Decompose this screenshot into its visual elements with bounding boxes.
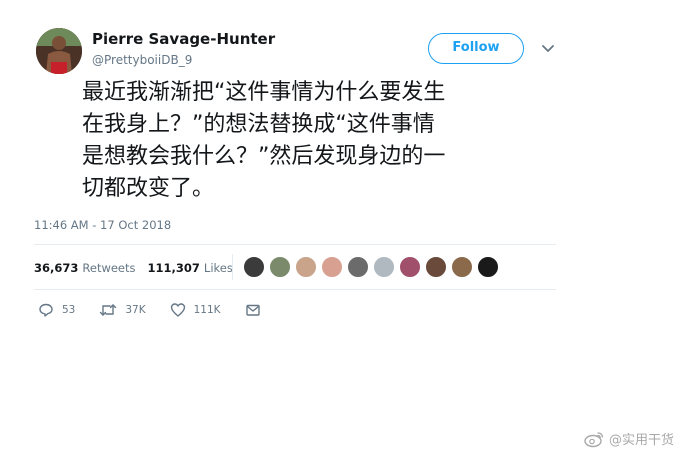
- liker-avatar[interactable]: [399, 256, 421, 278]
- reply-count: 53: [62, 304, 76, 316]
- retweet-count: 37K: [125, 304, 146, 316]
- reply-icon: [39, 303, 53, 317]
- weibo-logo-icon: [584, 431, 604, 447]
- liker-avatars: [243, 256, 503, 278]
- retweet-icon: [100, 304, 117, 316]
- retweets-count[interactable]: 36,673: [34, 261, 78, 275]
- divider: [34, 289, 556, 290]
- likes-count[interactable]: 111,307: [148, 261, 200, 275]
- divider: [34, 244, 556, 245]
- tweet-line: 是想教会我什么？”然后发现身边的一: [82, 144, 446, 169]
- watermark-text: @实用干货: [608, 433, 674, 448]
- message-button[interactable]: [245, 302, 261, 318]
- likes-label[interactable]: Likes: [204, 261, 233, 275]
- reply-button[interactable]: 53: [38, 302, 75, 318]
- liker-avatar[interactable]: [243, 256, 265, 278]
- liker-avatar[interactable]: [295, 256, 317, 278]
- watermark: @实用干货: [583, 429, 674, 448]
- tweet-timestamp[interactable]: 11:46 AM - 17 Oct 2018: [34, 218, 171, 232]
- action-bar: 53 37K 111K: [38, 302, 285, 318]
- liker-avatar[interactable]: [477, 256, 499, 278]
- author-name[interactable]: Pierre Savage-Hunter: [92, 30, 275, 48]
- liker-avatar[interactable]: [321, 256, 343, 278]
- liker-avatar[interactable]: [269, 256, 291, 278]
- liker-avatar[interactable]: [373, 256, 395, 278]
- retweets-label[interactable]: Retweets: [82, 261, 135, 275]
- like-button[interactable]: 111K: [170, 302, 221, 318]
- liker-avatar[interactable]: [425, 256, 447, 278]
- like-count: 111K: [193, 304, 221, 316]
- tweet-line: 在我身上？”的想法替换成“这件事情: [82, 112, 435, 137]
- author-handle[interactable]: @PrettyboiiDB_9: [92, 53, 192, 67]
- avatar-image: [36, 28, 82, 74]
- follow-button[interactable]: Follow: [428, 33, 524, 64]
- stats-separator: [232, 254, 233, 280]
- chevron-down-icon[interactable]: [540, 40, 556, 56]
- avatar[interactable]: [36, 28, 82, 74]
- envelope-icon: [245, 304, 260, 316]
- liker-avatar[interactable]: [451, 256, 473, 278]
- tweet-card: Pierre Savage-Hunter @PrettyboiiDB_9 Fol…: [0, 0, 690, 458]
- heart-icon: [170, 303, 185, 317]
- tweet-text: 最近我渐渐把“这件事情为什么要发生 在我身上？”的想法替换成“这件事情 是想教会…: [82, 77, 562, 205]
- retweet-button[interactable]: 37K: [99, 302, 146, 318]
- tweet-line: 切都改变了。: [82, 176, 215, 201]
- liker-avatar[interactable]: [347, 256, 369, 278]
- tweet-line: 最近我渐渐把“这件事情为什么要发生: [82, 80, 446, 105]
- engagement-stats: 36,673 Retweets 111,307 Likes: [34, 259, 245, 277]
